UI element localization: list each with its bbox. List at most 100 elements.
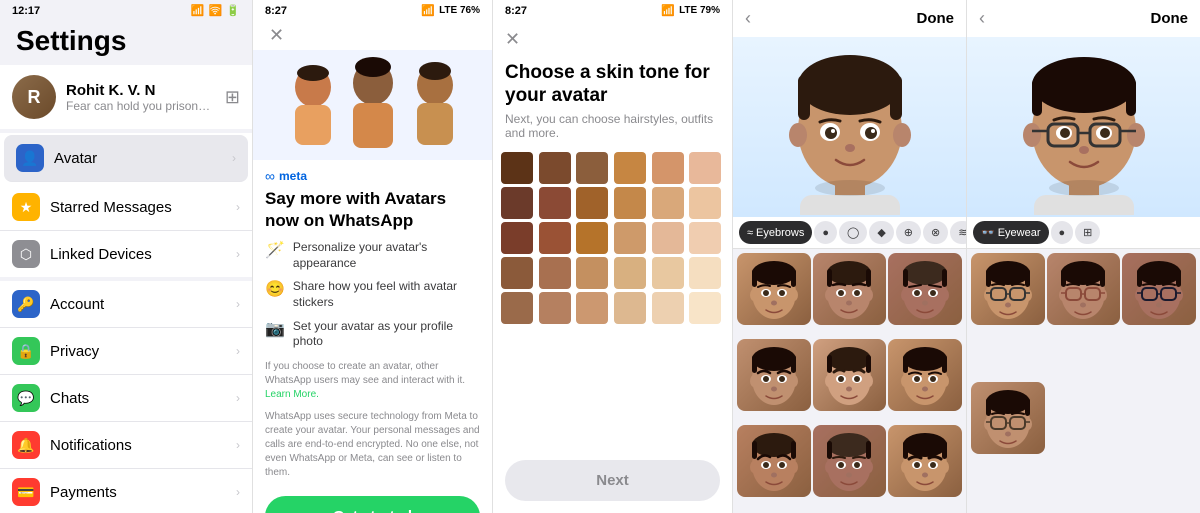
skin-swatch[interactable]: [539, 152, 571, 184]
close-button-2[interactable]: ✕: [261, 21, 292, 49]
skin-swatch[interactable]: [501, 292, 533, 324]
get-started-button[interactable]: Get started: [265, 496, 480, 513]
tool-diamond[interactable]: ◆: [869, 221, 893, 244]
skin-swatch[interactable]: [501, 152, 533, 184]
skin-swatch[interactable]: [614, 222, 646, 254]
status-icons-2: 📶 LTE 76%: [421, 4, 480, 17]
chevron-icon: ›: [236, 485, 240, 499]
skin-swatch[interactable]: [689, 257, 721, 289]
done-button-2[interactable]: Done: [1151, 10, 1189, 27]
avatar-figures-svg: [273, 55, 473, 155]
personalize-text: Personalize your avatar's appearance: [293, 240, 480, 271]
profile-text: Set your avatar as your profile photo: [293, 319, 480, 350]
skin-swatch[interactable]: [539, 187, 571, 219]
tools-strip-2: 👓 Eyewear ● ⊞: [967, 217, 1200, 249]
eyewear-tool2-icon: ●: [1059, 227, 1066, 239]
eyebrows-tool[interactable]: ≈ Eyebrows: [739, 221, 812, 244]
skin-swatch[interactable]: [501, 222, 533, 254]
back-button-1[interactable]: ‹: [745, 8, 751, 29]
avatar-promo-panel: 8:27 📶 LTE 76% ✕ ∞ meta Say more with Av…: [252, 0, 492, 513]
skin-swatch[interactable]: [689, 152, 721, 184]
skin-swatch[interactable]: [576, 152, 608, 184]
settings-item-chats[interactable]: 💬 Chats ›: [0, 375, 252, 422]
skin-swatch[interactable]: [539, 257, 571, 289]
starred-icon: ★: [12, 193, 40, 221]
eyewear-tool[interactable]: 👓 Eyewear: [973, 221, 1049, 244]
close-row-2: ✕: [253, 21, 492, 50]
settings-item-account[interactable]: 🔑 Account ›: [0, 281, 252, 328]
profile-card[interactable]: R Rohit K. V. N Fear can hold you prison…: [0, 65, 252, 129]
eyewear-tool3-icon: ⊞: [1083, 226, 1092, 239]
skin-swatch[interactable]: [652, 292, 684, 324]
feature-share: 😊 Share how you feel with avatar sticker…: [265, 279, 480, 310]
skin-swatch[interactable]: [614, 152, 646, 184]
skin-swatch[interactable]: [501, 187, 533, 219]
eyewear-option[interactable]: [971, 253, 1045, 325]
skin-swatch[interactable]: [539, 292, 571, 324]
eyebrow-option[interactable]: [813, 339, 887, 411]
settings-item-linked[interactable]: ⬡ Linked Devices ›: [0, 231, 252, 277]
eyebrow-option[interactable]: [737, 425, 811, 497]
tool-face[interactable]: ●: [814, 221, 837, 244]
eyebrows-label: Eyebrows: [756, 227, 804, 239]
settings-item-payments[interactable]: 💳 Payments ›: [0, 469, 252, 513]
eyewear-option[interactable]: [1047, 253, 1121, 325]
skin-swatch[interactable]: [652, 222, 684, 254]
skin-tone-grid: [493, 152, 732, 324]
eyebrow-option[interactable]: [737, 339, 811, 411]
skin-swatch[interactable]: [539, 222, 571, 254]
skin-swatch[interactable]: [652, 152, 684, 184]
editor-topbar-1: ‹ Done: [733, 0, 966, 37]
status-icons-3: 📶 LTE 79%: [661, 4, 720, 17]
settings-item-starred[interactable]: ★ Starred Messages ›: [0, 184, 252, 231]
skin-swatch[interactable]: [689, 292, 721, 324]
skin-swatch[interactable]: [689, 222, 721, 254]
skin-swatch[interactable]: [614, 187, 646, 219]
done-button-1[interactable]: Done: [917, 10, 955, 27]
back-button-2[interactable]: ‹: [979, 8, 985, 29]
close-button-3[interactable]: ✕: [505, 29, 520, 50]
face-tool-icon: ●: [822, 227, 829, 239]
skin-swatch[interactable]: [689, 187, 721, 219]
learn-more-link[interactable]: Learn More.: [265, 389, 319, 400]
profile-info: Rohit K. V. N Fear can hold you prisoner…: [66, 82, 215, 113]
skin-swatch[interactable]: [576, 222, 608, 254]
skin-swatch[interactable]: [576, 292, 608, 324]
tool-plus[interactable]: ⊕: [896, 221, 921, 244]
tool-circle[interactable]: ◯: [839, 221, 867, 244]
eyebrows-icon: ≈: [747, 227, 753, 239]
skin-swatch[interactable]: [614, 292, 646, 324]
eyewear-option[interactable]: [1122, 253, 1196, 325]
eyebrow-option[interactable]: [813, 253, 887, 325]
eyebrow-option[interactable]: [737, 253, 811, 325]
eyebrow-option[interactable]: [888, 253, 962, 325]
tool-lines[interactable]: ≋: [950, 221, 966, 244]
share-text: Share how you feel with avatar stickers: [293, 279, 480, 310]
promo-privacy: WhatsApp uses secure technology from Met…: [253, 406, 492, 488]
skin-swatch[interactable]: [501, 257, 533, 289]
disclaimer-text: If you choose to create an avatar, other…: [265, 361, 465, 386]
eyewear-tool-2[interactable]: ●: [1051, 221, 1074, 244]
skin-swatch[interactable]: [614, 257, 646, 289]
feature-personalize: 🪄 Personalize your avatar's appearance: [265, 240, 480, 271]
settings-item-privacy[interactable]: 🔒 Privacy ›: [0, 328, 252, 375]
settings-item-avatar[interactable]: 👤 Avatar ›: [4, 135, 248, 182]
skin-swatch[interactable]: [652, 187, 684, 219]
eyebrow-option[interactable]: [888, 339, 962, 411]
skin-swatch[interactable]: [576, 257, 608, 289]
eyebrow-option[interactable]: [813, 425, 887, 497]
eyebrow-option[interactable]: [888, 425, 962, 497]
privacy-icon: 🔒: [12, 337, 40, 365]
lte2-icon: LTE 76%: [439, 5, 480, 16]
settings-item-notifications[interactable]: 🔔 Notifications ›: [0, 422, 252, 469]
skin-swatch[interactable]: [576, 187, 608, 219]
eyewear-option[interactable]: [971, 382, 1045, 454]
skin-swatch[interactable]: [652, 257, 684, 289]
payments-icon: 💳: [12, 478, 40, 506]
next-button[interactable]: Next: [505, 460, 720, 501]
chevron-icon: ›: [236, 438, 240, 452]
promo-disclaimer: If you choose to create an avatar, other…: [253, 350, 492, 406]
promo-features: 🪄 Personalize your avatar's appearance 😊…: [253, 240, 492, 350]
eyewear-tool-3[interactable]: ⊞: [1075, 221, 1100, 244]
tool-x[interactable]: ⊗: [923, 221, 948, 244]
